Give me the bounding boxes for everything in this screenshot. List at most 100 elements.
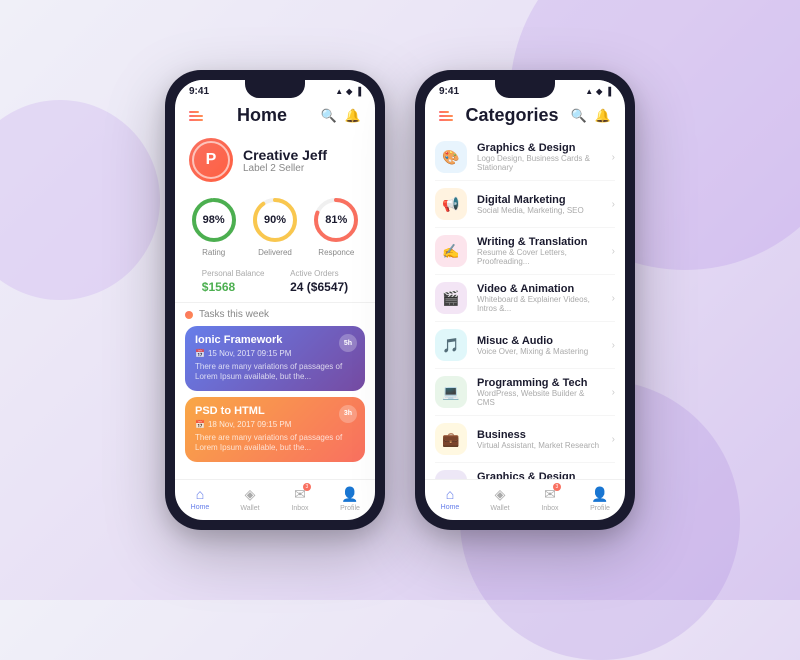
category-icon-wrap: 🎨: [435, 141, 467, 173]
categories-menu-button[interactable]: [439, 111, 453, 121]
stat-value-response: 81%: [325, 214, 347, 226]
category-sub: Whiteboard & Explainer Videos, Intros &.…: [477, 295, 602, 313]
graphics-design-icon: 🎨: [442, 149, 459, 166]
category-graphics-design-1[interactable]: 🎨 Graphics & Design Logo Design, Busines…: [435, 134, 615, 181]
tasks-dot-icon: [185, 311, 193, 319]
category-writing-translation[interactable]: ✍ Writing & Translation Resume & Cover L…: [435, 228, 615, 275]
phone-notch-home: [245, 80, 305, 98]
profile-subtitle: Label 2 Seller: [243, 163, 327, 174]
menu-button[interactable]: [189, 111, 203, 121]
category-programming-tech[interactable]: 💻 Programming & Tech WordPress, Website …: [435, 369, 615, 416]
category-info: Graphics & Design Logo Design, Business …: [477, 471, 602, 479]
cat-nav-wallet-label: Wallet: [490, 505, 509, 512]
task-card-psd[interactable]: 3h PSD to HTML 📅 18 Nov, 2017 09:15 PM T…: [185, 397, 365, 462]
video-animation-icon: 🎬: [442, 290, 459, 307]
cat-nav-wallet[interactable]: ◈ Wallet: [475, 486, 525, 512]
home-title: Home: [237, 105, 287, 126]
category-list: 🎨 Graphics & Design Logo Design, Busines…: [425, 134, 625, 479]
task-title-1: Ionic Framework: [195, 334, 355, 346]
inbox-badge: 3: [303, 483, 311, 491]
category-icon-wrap: 🎵: [435, 329, 467, 361]
categories-header-icons: 🔍 🔔: [571, 108, 611, 124]
notification-button[interactable]: 🔔: [345, 108, 361, 124]
categories-title: Categories: [465, 105, 558, 126]
phone-home-screen: 9:41 ▲ ◆ ▐ Home 🔍 🔔: [175, 80, 375, 520]
category-info: Business Virtual Assistant, Market Resea…: [477, 429, 602, 450]
cat-profile-nav-icon: 👤: [591, 486, 608, 503]
category-digital-marketing[interactable]: 📢 Digital Marketing Social Media, Market…: [435, 181, 615, 228]
category-arrow-icon: ›: [612, 293, 615, 304]
menu-line: [439, 119, 453, 121]
avatar[interactable]: P: [189, 138, 233, 182]
cat-nav-inbox[interactable]: ✉3 Inbox: [525, 486, 575, 512]
balance-orders-label: Active Orders: [290, 269, 348, 278]
cat-nav-home[interactable]: ⌂ Home: [425, 486, 475, 512]
category-sub: Virtual Assistant, Market Research: [477, 441, 602, 450]
menu-line: [439, 111, 449, 113]
tasks-header: Tasks this week: [185, 309, 365, 320]
category-icon-wrap: 💼: [435, 423, 467, 455]
category-arrow-icon: ›: [612, 434, 615, 445]
stat-value-delivered: 90%: [264, 214, 286, 226]
menu-line: [189, 111, 199, 113]
inbox-nav-icon: ✉3: [294, 486, 306, 503]
status-icons-home: ▲ ◆ ▐: [335, 87, 361, 96]
category-video-animation[interactable]: 🎬 Video & Animation Whiteboard & Explain…: [435, 275, 615, 322]
cat-nav-inbox-label: Inbox: [541, 505, 558, 512]
category-name: Business: [477, 429, 602, 441]
digital-marketing-icon: 📢: [442, 196, 459, 213]
nav-wallet[interactable]: ◈ Wallet: [225, 486, 275, 512]
task-title-2: PSD to HTML: [195, 405, 355, 417]
task-card-ionic[interactable]: 5h Ionic Framework 📅 15 Nov, 2017 09:15 …: [185, 326, 365, 391]
category-arrow-icon: ›: [612, 246, 615, 257]
nav-inbox[interactable]: ✉3 Inbox: [275, 486, 325, 512]
task-meta-1: 📅 15 Nov, 2017 09:15 PM: [195, 349, 355, 358]
category-arrow-icon: ›: [612, 387, 615, 398]
nav-home-label: Home: [191, 504, 210, 511]
phone-home: 9:41 ▲ ◆ ▐ Home 🔍 🔔: [165, 70, 385, 530]
stat-label-rating: Rating: [190, 248, 238, 257]
calendar-icon-1: 📅: [195, 349, 205, 358]
avatar-inner: P: [192, 141, 230, 179]
cat-wallet-nav-icon: ◈: [495, 486, 506, 503]
category-music-audio[interactable]: 🎵 Misuc & Audio Voice Over, Mixing & Mas…: [435, 322, 615, 369]
profile-section: P Creative Jeff Label 2 Seller: [175, 134, 375, 192]
category-sub: Social Media, Marketing, SEO: [477, 206, 602, 215]
profile-nav-icon: 👤: [341, 486, 358, 503]
programming-tech-icon: 💻: [442, 384, 459, 401]
category-info: Digital Marketing Social Media, Marketin…: [477, 194, 602, 215]
phone-categories: 9:41 ▲ ◆ ▐ Categories 🔍 🔔: [415, 70, 635, 530]
category-icon-wrap: 📢: [435, 188, 467, 220]
category-sub: Logo Design, Business Cards & Stationary: [477, 154, 602, 172]
stat-circle-response: 81%: [312, 196, 360, 244]
profile-name: Creative Jeff: [243, 147, 327, 163]
business-icon: 💼: [442, 431, 459, 448]
task-date-2: 18 Nov, 2017 09:15 PM: [208, 420, 291, 429]
stats-row: 98% Rating 90% Delivered: [175, 192, 375, 265]
search-button[interactable]: 🔍: [321, 108, 337, 124]
wifi-icon: ◆: [346, 87, 352, 96]
category-icon-wrap: 💻: [435, 376, 467, 408]
category-sub: Resume & Cover Letters, Proofreading...: [477, 248, 602, 266]
tasks-section-title: Tasks this week: [199, 309, 269, 320]
nav-home[interactable]: ⌂ Home: [175, 486, 225, 512]
nav-profile[interactable]: 👤 Profile: [325, 486, 375, 512]
stat-rating: 98% Rating: [190, 196, 238, 257]
stat-value-rating: 98%: [203, 214, 225, 226]
categories-bottom-nav: ⌂ Home ◈ Wallet ✉3 Inbox 👤 Profile: [425, 479, 625, 520]
category-info: Graphics & Design Logo Design, Business …: [477, 142, 602, 172]
menu-line: [189, 115, 203, 117]
categories-search-button[interactable]: 🔍: [571, 108, 587, 124]
cat-nav-profile[interactable]: 👤 Profile: [575, 486, 625, 512]
cat-inbox-badge: 3: [553, 483, 561, 491]
task-desc-2: There are many variations of passages of…: [195, 433, 355, 454]
balance-personal-label: Personal Balance: [202, 269, 265, 278]
signal-icon-2: ▲: [585, 87, 593, 96]
categories-notification-button[interactable]: 🔔: [595, 108, 611, 124]
calendar-icon-2: 📅: [195, 420, 205, 429]
home-nav-icon: ⌂: [196, 486, 204, 502]
task-desc-1: There are many variations of passages of…: [195, 362, 355, 383]
stat-circle-delivered: 90%: [251, 196, 299, 244]
category-graphics-design-2[interactable]: 🎨 Graphics & Design Logo Design, Busines…: [435, 463, 615, 479]
category-business[interactable]: 💼 Business Virtual Assistant, Market Res…: [435, 416, 615, 463]
